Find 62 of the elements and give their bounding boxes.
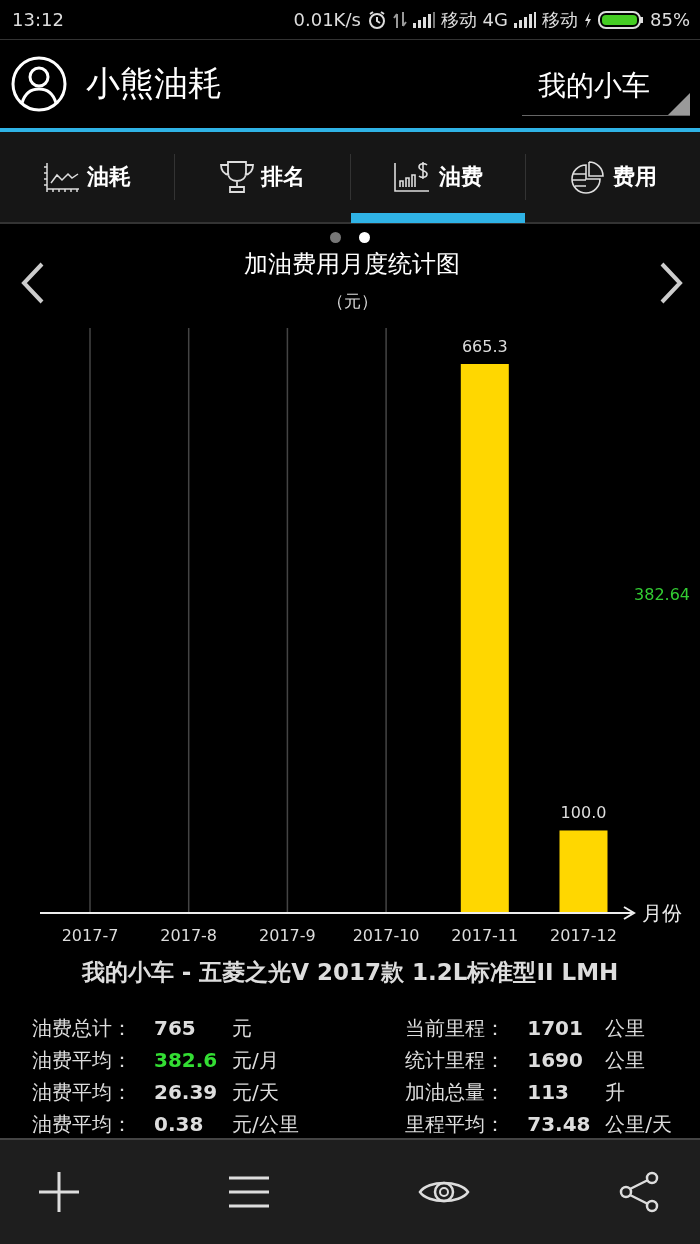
stat-value: 1701 <box>527 1016 584 1040</box>
dropdown-corner-icon <box>668 92 690 115</box>
chart-unit: （元） <box>326 290 378 313</box>
stat-unit: 元/公里 <box>232 1110 299 1138</box>
trophy-icon <box>219 159 256 194</box>
stat-value: 765 <box>154 1016 197 1040</box>
stat-value: 113 <box>527 1080 570 1104</box>
stat-label: 油费平均： <box>32 1046 133 1074</box>
stat-label: 油费平均： <box>32 1110 133 1138</box>
stat-value: 26.39 <box>154 1080 219 1104</box>
chart-title: 加油费用月度统计图 <box>244 249 460 280</box>
stat-label: 里程平均： <box>405 1110 507 1138</box>
stat-unit: 公里 <box>605 1014 646 1042</box>
line-chart-icon <box>43 160 82 193</box>
status-time: 13:12 <box>12 9 64 30</box>
battery-percent: 85% <box>650 9 690 30</box>
pie-chart-dollar-icon <box>568 159 607 194</box>
tab[interactable]: 排名 <box>175 131 350 223</box>
stat-unit: 元/月 <box>232 1046 279 1074</box>
stat-value: 0.38 <box>154 1112 205 1136</box>
stat-unit: 升 <box>605 1078 626 1106</box>
stat-unit: 元 <box>232 1014 252 1042</box>
charging-icon <box>584 11 592 28</box>
app-title: 小熊油耗 <box>86 62 223 105</box>
alarm-icon <box>366 9 387 30</box>
tab[interactable]: 油费 <box>350 131 525 223</box>
share-icon[interactable] <box>618 1171 660 1213</box>
x-tick-label: 2017-10 <box>352 926 420 945</box>
avatar-icon[interactable] <box>10 55 68 113</box>
stat-label: 统计里程： <box>405 1046 507 1074</box>
x-tick-label: 2017-7 <box>61 926 119 945</box>
menu-icon[interactable] <box>228 1176 270 1208</box>
stat-label: 油费平均： <box>32 1078 133 1106</box>
carrier-label: 移动 4G <box>440 7 508 32</box>
car-selector[interactable]: 我的小车 <box>522 62 690 116</box>
signal-icon <box>412 11 435 28</box>
stat-unit: 公里 <box>605 1046 646 1074</box>
stat-value: 1690 <box>527 1048 584 1072</box>
add-icon[interactable] <box>38 1171 80 1213</box>
stat-label: 当前里程： <box>405 1014 507 1042</box>
bar-value-label: 665.3 <box>461 337 508 356</box>
battery-icon <box>598 10 644 29</box>
tab[interactable]: 油耗 <box>0 131 175 223</box>
x-tick-label: 2017-11 <box>451 926 519 945</box>
stat-unit: 元/天 <box>232 1078 279 1106</box>
signal-icon <box>514 11 536 28</box>
data-transfer-icon <box>392 9 407 30</box>
carrier-label: 移动 <box>542 7 578 32</box>
stat-label: 加油总量： <box>405 1078 507 1106</box>
x-tick-label: 2017-12 <box>550 926 617 945</box>
car-model-title: 我的小车 - 五菱之光V 2017款 1.2L标准型II LMH <box>80 958 620 987</box>
x-axis-label: 月份 <box>642 901 682 925</box>
bar-value-label: 100.0 <box>560 803 607 823</box>
stat-label: 油费总计： <box>32 1014 133 1042</box>
stat-value: 382.6 <box>154 1048 219 1072</box>
x-tick-label: 2017-9 <box>259 926 316 945</box>
stat-value: 73.48 <box>527 1112 592 1136</box>
x-tick-label: 2017-8 <box>160 926 218 945</box>
stat-unit: 公里/天 <box>605 1110 672 1138</box>
average-value-label: 382.64 <box>634 585 690 604</box>
tab[interactable]: 费用 <box>525 131 700 223</box>
network-speed: 0.01K/s <box>293 9 361 30</box>
